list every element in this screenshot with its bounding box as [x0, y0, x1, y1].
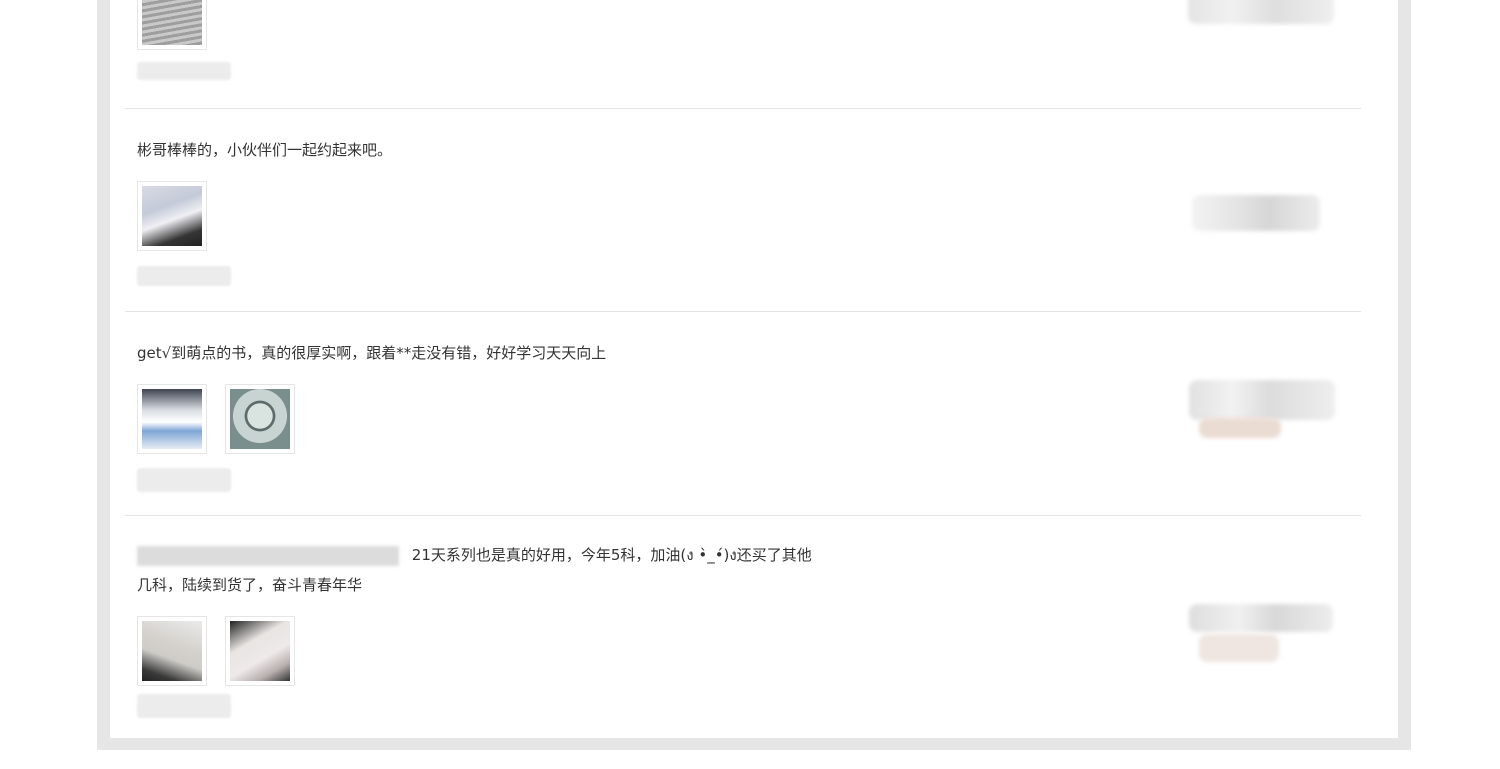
- review-text-line-1: 21天系列也是真的好用，今年5科，加油(ง •̀_•́)ง还买了其他: [137, 544, 812, 566]
- reviewer-info-redacted: [1189, 604, 1333, 632]
- reviewer-info-redacted: [1188, 0, 1334, 24]
- review-date-redacted: [137, 694, 231, 718]
- review-image-thumbnail[interactable]: [137, 0, 207, 50]
- review-image-thumbnail[interactable]: [137, 616, 207, 686]
- review-list-frame: 彬哥棒棒的，小伙伴们一起约起来吧。 get√到萌点的书，真的很厚实啊，跟着**走…: [97, 0, 1411, 750]
- review-date-redacted: [137, 468, 231, 492]
- reviewer-badge-redacted: [1199, 418, 1281, 438]
- review-item: 彬哥棒棒的，小伙伴们一起约起来吧。: [125, 109, 1361, 311]
- review-item: get√到萌点的书，真的很厚实啊，跟着**走没有错，好好学习天天向上: [125, 312, 1361, 515]
- redacted-text: [137, 545, 399, 566]
- review-image-thumbnail[interactable]: [225, 616, 295, 686]
- review-text-line-2: 几科，陆续到货了，奋斗青春年华: [137, 576, 363, 594]
- review-image-thumbnail[interactable]: [225, 384, 295, 454]
- review-photo: [142, 186, 202, 246]
- review-item: [125, 0, 1361, 108]
- reviewer-badge-redacted: [1199, 634, 1279, 662]
- review-item: 21天系列也是真的好用，今年5科，加油(ง •̀_•́)ง还买了其他 几科，陆续…: [125, 516, 1361, 738]
- review-date-redacted: [137, 62, 231, 80]
- review-text: get√到萌点的书，真的很厚实啊，跟着**走没有错，好好学习天天向上: [137, 344, 607, 362]
- review-date-redacted: [137, 266, 231, 286]
- review-list-panel: 彬哥棒棒的，小伙伴们一起约起来吧。 get√到萌点的书，真的很厚实啊，跟着**走…: [110, 0, 1398, 738]
- review-image-thumbnail[interactable]: [137, 384, 207, 454]
- review-photo: [142, 389, 202, 449]
- review-photo: [142, 621, 202, 681]
- reviewer-info-redacted: [1189, 380, 1335, 420]
- review-photo: [142, 0, 202, 45]
- review-photo: [230, 389, 290, 449]
- review-text: 彬哥棒棒的，小伙伴们一起约起来吧。: [137, 141, 393, 159]
- review-text-line-1-content: 21天系列也是真的好用，今年5科，加油(ง •̀_•́)ง还买了其他: [411, 546, 812, 564]
- reviewer-info-redacted: [1192, 195, 1320, 231]
- review-photo: [230, 621, 290, 681]
- review-image-thumbnail[interactable]: [137, 181, 207, 251]
